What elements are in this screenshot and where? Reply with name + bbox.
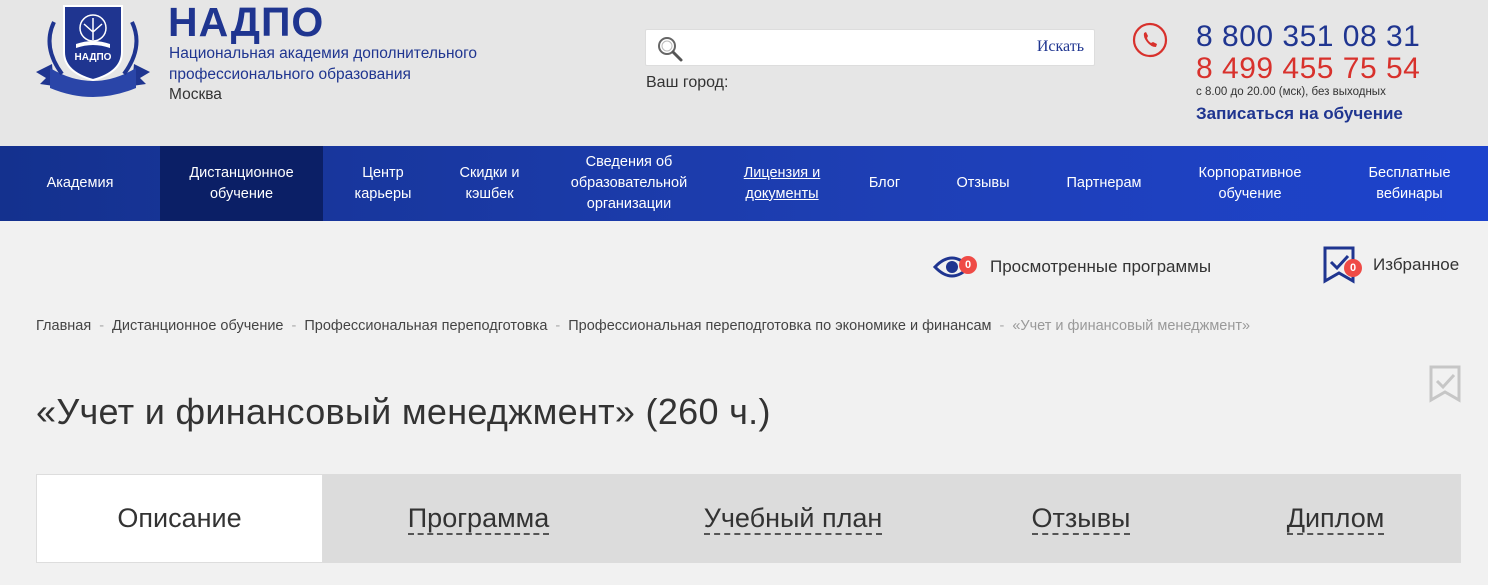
enroll-link[interactable]: Записаться на обучение: [1196, 104, 1403, 124]
academy-logo-icon[interactable]: НАДПО: [34, 2, 152, 102]
site-header: НАДПО НАДПО Национальная академия дополн…: [0, 0, 1488, 146]
breadcrumb-separator: -: [291, 318, 297, 334]
nav-item-corporate[interactable]: Корпоративное обучение: [1169, 146, 1331, 221]
nav-item-career-center[interactable]: Центр карьеры: [323, 146, 443, 221]
phone-number-secondary[interactable]: 8 499 455 75 54: [1196, 52, 1420, 86]
tab-description[interactable]: Описание: [36, 474, 323, 563]
nav-item-label: Партнерам: [1066, 175, 1142, 191]
tab-label: Описание: [117, 503, 242, 533]
nav-item-label: Скидки и кэшбек: [459, 164, 520, 202]
nav-item-label: Центр карьеры: [354, 164, 412, 202]
viewed-icon-wrap: 0: [933, 250, 979, 284]
breadcrumb-item[interactable]: Главная: [36, 318, 91, 334]
search-icon: [658, 37, 683, 62]
nav-item-label: Бесплатные вебинары: [1368, 164, 1451, 202]
breadcrumb-separator: -: [555, 318, 561, 334]
nav-item-reviews[interactable]: Отзывы: [927, 146, 1039, 221]
viewed-label: Просмотренные программы: [990, 257, 1212, 276]
breadcrumb: Главная - Дистанционное обучение - Профе…: [36, 318, 1250, 334]
tab-label: Отзывы: [1031, 502, 1131, 535]
nav-item-license[interactable]: Лицензия и документы: [722, 146, 842, 221]
main-nav: Академия Дистанционное обучение Центр ка…: [0, 146, 1488, 221]
viewed-count-badge: 0: [959, 256, 977, 274]
favorites-link[interactable]: 0 Избранное: [1322, 245, 1459, 285]
breadcrumb-separator: -: [99, 318, 105, 334]
search-button[interactable]: Искать: [1037, 38, 1084, 56]
page-title: «Учет и финансовый менеджмент» (260 ч.): [36, 391, 771, 432]
breadcrumb-item[interactable]: Дистанционное обучение: [112, 318, 283, 334]
nav-item-organization-info[interactable]: Сведения об образовательной организации: [536, 146, 722, 221]
breadcrumb-separator: -: [999, 318, 1005, 334]
tab-diploma[interactable]: Диплом: [1210, 474, 1461, 563]
favorites-count-badge: 0: [1344, 259, 1362, 277]
tab-label: Диплом: [1286, 502, 1385, 535]
breadcrumb-item[interactable]: Профессиональная переподготовка по эконо…: [568, 318, 991, 334]
brand-subtitle-line2: профессионального образования: [169, 66, 411, 83]
nav-item-label: Академия: [46, 175, 114, 191]
nav-item-label: Лицензия и документы: [743, 164, 821, 202]
tab-reviews[interactable]: Отзывы: [952, 474, 1210, 563]
nav-item-blog[interactable]: Блог: [842, 146, 927, 221]
tab-program[interactable]: Программа: [323, 474, 634, 563]
nav-item-label: Корпоративное обучение: [1198, 164, 1302, 202]
nav-item-partners[interactable]: Партнерам: [1039, 146, 1169, 221]
viewed-programs-link[interactable]: 0 Просмотренные программы: [933, 250, 1211, 284]
working-hours: с 8.00 до 20.00 (мск), без выходных: [1196, 86, 1386, 98]
tab-label: Учебный план: [703, 502, 883, 535]
tab-label: Программа: [407, 502, 550, 535]
phone-number-primary[interactable]: 8 800 351 08 31: [1196, 20, 1420, 54]
search-input[interactable]: [690, 34, 1020, 62]
svg-text:НАДПО: НАДПО: [75, 52, 112, 63]
add-to-favorites-icon[interactable]: [1428, 364, 1462, 404]
brand-subtitle: Национальная академия дополнительного пр…: [169, 43, 529, 85]
favorites-label: Избранное: [1373, 255, 1460, 274]
favorites-icon-wrap: 0: [1322, 245, 1362, 285]
phone-icon: [1132, 22, 1168, 58]
program-tabs: Описание Программа Учебный план Отзывы Д…: [36, 474, 1461, 563]
nav-item-label: Сведения об образовательной организации: [570, 154, 688, 212]
tab-curriculum[interactable]: Учебный план: [634, 474, 952, 563]
nav-item-label: Отзывы: [956, 175, 1010, 191]
brand-subtitle-line1: Национальная академия дополнительного: [169, 45, 478, 62]
breadcrumb-item[interactable]: Профессиональная переподготовка: [304, 318, 547, 334]
nav-item-label: Блог: [868, 175, 901, 191]
city-selector[interactable]: Ваш город:: [646, 74, 728, 92]
nav-item-academy[interactable]: Академия: [0, 146, 160, 221]
brand-city: Москва: [169, 86, 222, 103]
nav-item-webinars[interactable]: Бесплатные вебинары: [1331, 146, 1488, 221]
nav-item-distance-learning[interactable]: Дистанционное обучение: [160, 146, 323, 221]
brand-title[interactable]: НАДПО: [168, 0, 324, 44]
nav-item-label: Дистанционное обучение: [189, 164, 294, 202]
search-box: Искать: [645, 29, 1095, 66]
breadcrumb-current: «Учет и финансовый менеджмент»: [1012, 318, 1251, 334]
nav-item-discounts[interactable]: Скидки и кэшбек: [443, 146, 536, 221]
